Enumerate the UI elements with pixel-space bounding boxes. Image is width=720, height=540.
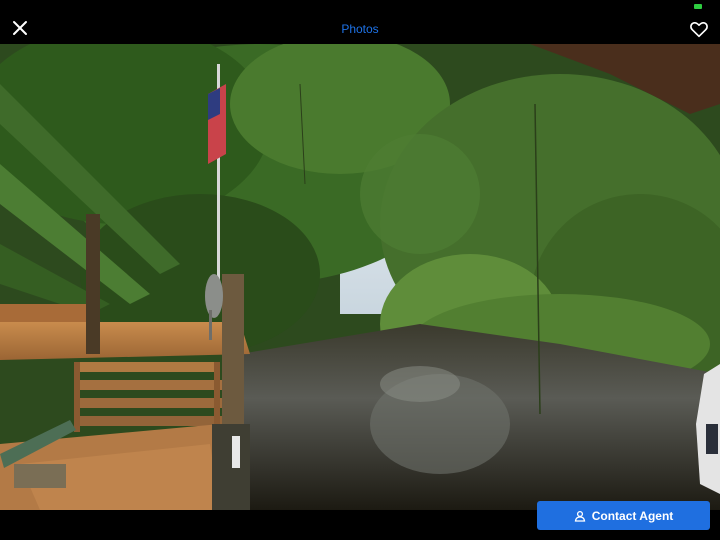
contact-agent-label: Contact Agent xyxy=(591,508,674,523)
heart-icon xyxy=(690,22,708,38)
person-icon xyxy=(574,510,585,522)
contact-agent-button[interactable]: Contact Agent xyxy=(537,501,710,530)
page-title: Photos xyxy=(341,22,379,36)
top-bar: Photos xyxy=(0,0,720,44)
favorite-button[interactable] xyxy=(688,18,710,40)
listing-photo[interactable] xyxy=(0,44,720,510)
photo-canvas xyxy=(0,44,720,510)
battery-indicator xyxy=(694,4,702,9)
